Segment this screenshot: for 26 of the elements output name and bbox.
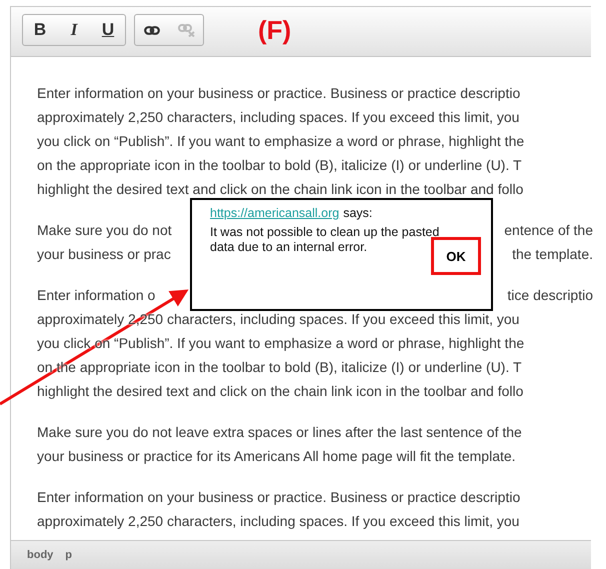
- ok-button[interactable]: OK: [431, 237, 481, 275]
- text-line: Enter information on your business or practice. Business or practice descriptio: [37, 488, 520, 507]
- text-line: Enter information o: [37, 286, 156, 305]
- says-label: says:: [343, 206, 372, 220]
- unlink-icon: [178, 24, 194, 36]
- text-line: Make sure you do not: [37, 221, 172, 240]
- text-line: highlight the desired text and click on the chain link icon in the toolbar and follo: [37, 180, 524, 199]
- text-line: tice descriptio: [507, 286, 593, 305]
- text-line: approximately 2,250 characters, including spaces. If you exceed this limit, you: [37, 108, 520, 127]
- text-line: entence of the: [504, 221, 593, 240]
- element-path-item[interactable]: body: [27, 549, 54, 561]
- text-line: on the appropriate icon in the toolbar to bold (B), italicize (I) or underline (U). T: [37, 156, 522, 175]
- element-path-item[interactable]: p: [65, 549, 72, 561]
- text-line: approximately 2,250 characters, including spaces. If you exceed this limit, you: [37, 512, 520, 531]
- chain-link-icon: [144, 26, 160, 34]
- text-line: your business or prac: [37, 245, 171, 264]
- text-line: highlight the desired text and click on the chain link icon in the toolbar and follo: [37, 382, 524, 401]
- text-line: Make sure you do not leave extra spaces or lines after the last sentence of the: [37, 423, 522, 442]
- text-line: the template.: [512, 245, 593, 264]
- text-line: your business or practice for its Americans All home page will fit the template.: [37, 447, 516, 466]
- text-line: you click on “Publish”. If you want to emphasize a word or phrase, highlight the: [37, 132, 524, 151]
- text-line: Enter information on your business or practice. Business or practice descriptio: [37, 84, 520, 103]
- underline-button[interactable]: U: [91, 15, 125, 45]
- bold-button[interactable]: B: [23, 15, 57, 45]
- annotation-label: (F): [258, 15, 292, 46]
- italic-button[interactable]: I: [57, 15, 91, 45]
